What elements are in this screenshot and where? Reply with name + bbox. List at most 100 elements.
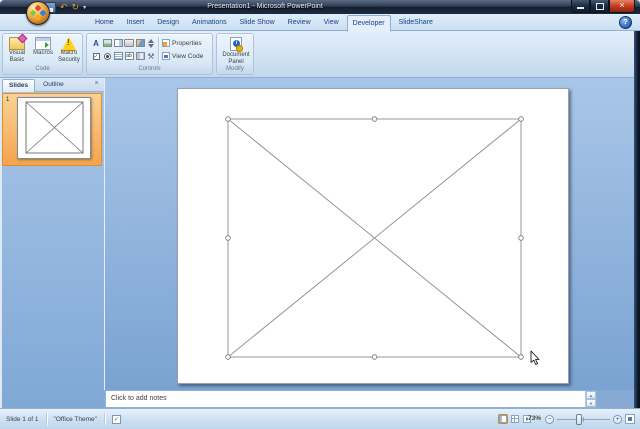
mouse-cursor [530, 350, 540, 365]
undo-button[interactable]: ↶ [60, 2, 68, 12]
quick-access-toolbar: ↶ ↻ ▾ [45, 1, 86, 13]
redo-button[interactable]: ↻ [72, 2, 80, 12]
close-icon: × [619, 0, 625, 10]
ribbon-group-controls: A ✓ ab ⚒ Properties View Code Controls [86, 33, 213, 75]
check-box-button[interactable]: ✓ [91, 50, 101, 62]
notes-scrollbar[interactable]: ▲ ▼ [585, 391, 596, 407]
close-pane-button[interactable]: × [92, 79, 101, 88]
option-button-button[interactable] [102, 50, 112, 62]
text-box-icon: ab [124, 52, 134, 60]
slide-thumbnail-selected[interactable]: 1 [2, 93, 102, 166]
zoom-out-button[interactable]: − [545, 415, 554, 424]
command-button-icon [124, 39, 134, 47]
window-title: Presentation1 - Microsoft PowerPoint [207, 3, 323, 10]
tab-view[interactable]: View [319, 15, 344, 31]
document-panel-button[interactable]: i Document Panel [221, 35, 251, 65]
tab-review[interactable]: Review [283, 15, 316, 31]
zoom-slider-thumb[interactable] [576, 414, 582, 425]
window-right-edge [634, 31, 640, 408]
slide-sorter-button[interactable] [510, 414, 520, 424]
customize-qat-button[interactable]: ▾ [83, 4, 86, 11]
restore-button[interactable] [590, 0, 609, 13]
theme-name: "Office Theme" [53, 415, 97, 423]
scroll-bar-button[interactable] [135, 50, 145, 62]
zoom-slider-tick [583, 417, 584, 422]
check-box-icon: ✓ [92, 52, 100, 60]
picture-control-button[interactable] [135, 37, 145, 49]
slide-sorter-icon [511, 415, 519, 423]
more-controls-button[interactable]: ⚒ [146, 50, 156, 62]
zoom-in-button[interactable]: + [613, 415, 622, 424]
command-button-button[interactable] [124, 37, 134, 49]
tab-animations[interactable]: Animations [187, 15, 232, 31]
tab-home[interactable]: Home [90, 15, 119, 31]
status-separator [45, 413, 47, 425]
help-button[interactable]: ? [619, 16, 632, 29]
view-shortcuts [498, 414, 532, 424]
combo-box-icon [113, 39, 123, 47]
status-separator [103, 413, 105, 425]
gear-icon [236, 45, 243, 52]
slide-indicator: Slide 1 of 1 [6, 415, 39, 423]
scroll-down-button[interactable]: ▼ [586, 399, 596, 407]
notes-pane[interactable]: Click to add notes ▲ ▼ [105, 390, 597, 408]
fit-to-window-button[interactable] [625, 414, 635, 424]
notes-placeholder[interactable]: Click to add notes [111, 391, 167, 407]
spin-button-button[interactable] [146, 37, 156, 49]
picture-placeholder[interactable] [178, 89, 568, 383]
tab-slide-show[interactable]: Slide Show [235, 15, 280, 31]
spin-button-icon [148, 38, 154, 48]
window-left-edge [0, 78, 2, 408]
minimize-button[interactable] [571, 0, 590, 13]
title-bar: Presentation1 - Microsoft PowerPoint × [0, 0, 640, 15]
more-controls-icon: ⚒ [147, 51, 155, 61]
tab-design[interactable]: Design [152, 15, 184, 31]
properties-button[interactable]: Properties [162, 39, 202, 47]
slides-panel-header: Slides Outline × [0, 78, 104, 92]
label-control-button[interactable]: A [91, 37, 101, 49]
image-control-button[interactable] [102, 37, 112, 49]
slide-canvas[interactable] [177, 88, 569, 384]
ribbon-developer: Visual Basic Macros ! Macro Security Cod… [0, 31, 640, 78]
normal-view-icon [499, 415, 507, 423]
zoom-level[interactable]: 73% [528, 409, 541, 429]
image-control-icon [102, 39, 112, 47]
properties-icon [162, 39, 170, 47]
list-box-button[interactable] [113, 50, 123, 62]
list-box-icon [113, 52, 123, 60]
window-controls: × [571, 0, 635, 13]
option-button-icon [103, 52, 111, 60]
visual-basic-icon [9, 36, 25, 50]
ribbon-tab-row: Home Insert Design Animations Slide Show… [0, 14, 640, 32]
status-bar: Slide 1 of 1 "Office Theme" ✓ 73% − + [0, 408, 640, 429]
scroll-bar-icon [135, 52, 145, 60]
view-code-button[interactable]: View Code [162, 52, 203, 60]
ribbon-group-modify: i Document Panel Modify [216, 33, 254, 75]
controls-grid: A ✓ ab ⚒ [91, 37, 157, 62]
slide-workspace [104, 78, 634, 390]
group-separator [158, 37, 159, 64]
minimize-icon [577, 7, 584, 9]
panel-splitter[interactable] [104, 78, 105, 390]
slide-thumbnail[interactable] [17, 97, 91, 159]
tab-slideshare[interactable]: SlideShare [394, 15, 438, 31]
scroll-up-button[interactable]: ▲ [586, 391, 596, 399]
tab-outline[interactable]: Outline [37, 79, 70, 92]
picture-control-icon [135, 39, 145, 47]
thumbnail-placeholder-graphic [25, 101, 84, 154]
text-box-button[interactable]: ab [124, 50, 134, 62]
slides-panel: Slides Outline × 1 [0, 78, 104, 408]
close-button[interactable]: × [609, 0, 635, 13]
tab-slides[interactable]: Slides [2, 79, 36, 92]
visual-basic-button[interactable]: Visual Basic [4, 35, 30, 63]
tab-developer[interactable]: Developer [346, 15, 391, 32]
spellcheck-icon[interactable]: ✓ [111, 414, 121, 424]
tab-insert[interactable]: Insert [122, 15, 150, 31]
powerpoint-window: Presentation1 - Microsoft PowerPoint × ↶… [0, 0, 640, 429]
macro-security-button[interactable]: ! Macro Security [56, 35, 82, 63]
ribbon-group-code: Visual Basic Macros ! Macro Security Cod… [2, 33, 83, 75]
office-button[interactable] [26, 1, 50, 25]
normal-view-button[interactable] [498, 414, 508, 424]
combo-box-button[interactable] [113, 37, 123, 49]
macros-button[interactable]: Macros [30, 35, 56, 63]
